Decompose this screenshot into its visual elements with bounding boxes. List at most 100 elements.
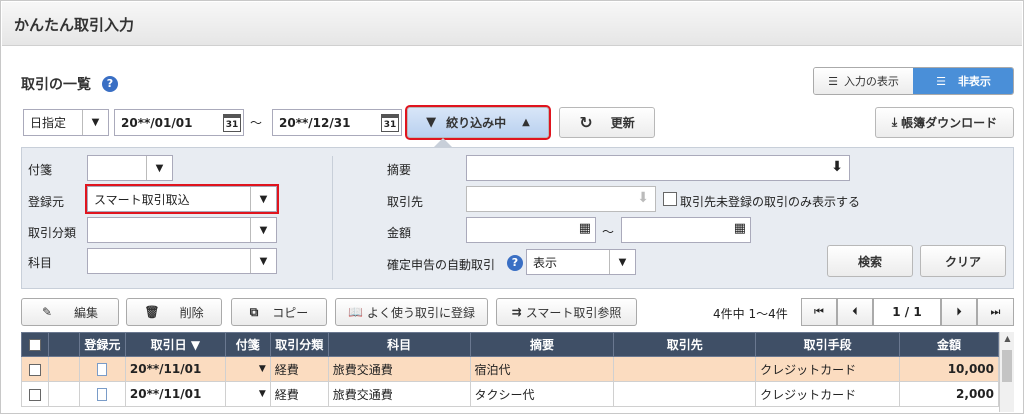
row-amount: 10,000 <box>899 356 999 382</box>
subject-header[interactable]: 科目 <box>327 332 471 357</box>
delete-button[interactable]: 🗑 削除 <box>126 298 222 326</box>
row-select[interactable] <box>21 381 49 407</box>
date-mode-select[interactable]: 日指定 ▼ <box>23 109 109 136</box>
table-row[interactable]: 20**/11/01 ▼ 経費 旅費交通費 宿泊代 クレジットカード 10,00… <box>21 356 999 382</box>
calendar-icon[interactable]: 31 <box>223 114 241 132</box>
delete-label: 削除 <box>179 305 204 320</box>
row-partner <box>613 356 757 382</box>
date-mode-value: 日指定 <box>30 116 67 130</box>
scroll-up-icon[interactable]: ▲ <box>1000 334 1015 343</box>
date-to-input[interactable]: 20**/12/31 31 <box>272 109 402 136</box>
calculator-icon[interactable]: ▦ <box>734 221 746 236</box>
select-all-checkbox[interactable] <box>28 339 41 351</box>
hide-label: 非表示 <box>957 75 991 88</box>
table-scrollbar[interactable]: ▲ <box>999 332 1014 412</box>
auto-entry-label: 確定申告の自動取引 <box>387 258 496 272</box>
app-window: かんたん取引入力 取引の一覧 ? ☰ 入力の表示 ☰ 非表示 日指定 ▼ 20*… <box>0 0 1024 414</box>
filter-button[interactable]: ▼ 絞り込み中 ▲ <box>405 105 551 140</box>
help-icon[interactable]: ? <box>507 255 523 271</box>
clear-button[interactable]: クリア <box>920 245 1006 277</box>
partner-input[interactable]: ⬇ <box>466 186 656 212</box>
show-input-button[interactable]: ☰ 入力の表示 <box>814 68 913 94</box>
source-header[interactable]: 登録元 <box>78 332 126 357</box>
spacer-header <box>47 332 80 357</box>
clear-label: クリア <box>944 254 981 269</box>
record-count: 4件中 1〜4件 <box>713 307 788 321</box>
filter-panel: 付箋 ▼ 登録元 スマート取引取込 ▼ 取引分類 ▼ 科目 ▼ 摘要 ⬇ 取引先… <box>21 147 1014 289</box>
amount-label: 金額 <box>387 226 412 240</box>
category-select[interactable]: ▼ <box>87 217 277 243</box>
next-page-button[interactable]: ⏵ <box>941 298 977 326</box>
lines-icon: ☰ <box>936 74 946 88</box>
arrow-down-icon: ⬇ <box>637 190 649 206</box>
smart-ref-button[interactable]: ⇉ スマート取引参照 <box>496 298 637 326</box>
first-page-button[interactable]: ⏮ <box>801 298 837 326</box>
page-text: 1 / 1 <box>892 305 922 319</box>
tag-label: 付箋 <box>28 163 53 177</box>
help-icon[interactable]: ? <box>102 76 118 92</box>
book-plus-icon: 📖 <box>348 305 363 319</box>
chevron-down-icon: ▼ <box>250 187 276 211</box>
amount-header[interactable]: 金額 <box>899 332 999 357</box>
amount-from-input[interactable]: ▦ <box>466 217 596 243</box>
date-range-tilde: 〜 <box>250 116 263 130</box>
ledger-download-button[interactable]: ⤓ 帳簿ダウンロード <box>875 107 1014 138</box>
row-partner <box>613 381 757 407</box>
search-button[interactable]: 検索 <box>827 245 913 277</box>
calendar-icon[interactable]: 31 <box>381 114 399 132</box>
amount-to-input[interactable]: ▦ <box>621 217 751 243</box>
register-frequent-button[interactable]: 📖 よく使う取引に登録 <box>335 298 488 326</box>
unregistered-checkbox[interactable] <box>663 192 677 206</box>
row-checkbox[interactable] <box>28 363 41 376</box>
select-all-header[interactable] <box>21 332 49 357</box>
copy-button[interactable]: ⧉ コピー <box>231 298 327 326</box>
calculator-icon[interactable]: ▦ <box>579 221 591 236</box>
last-page-button[interactable]: ⏭ <box>977 298 1014 326</box>
date-from-input[interactable]: 20**/01/01 31 <box>114 109 244 136</box>
refresh-button[interactable]: ↻ 更新 <box>559 107 655 138</box>
row-category: 経費 <box>269 381 329 407</box>
date-to-value: 20**/12/31 <box>279 115 351 130</box>
row-method: クレジットカード <box>755 381 901 407</box>
summary-header[interactable]: 摘要 <box>469 332 615 357</box>
row-date: 20**/11/01 <box>124 356 226 382</box>
source-select[interactable]: スマート取引取込 ▼ <box>85 184 279 214</box>
row-subject: 旅費交通費 <box>327 356 471 382</box>
edit-button[interactable]: ✎ 編集 <box>21 298 119 326</box>
tag-header[interactable]: 付箋 <box>224 332 271 357</box>
row-select[interactable] <box>21 356 49 382</box>
download-label: 帳簿ダウンロード <box>901 116 998 130</box>
prev-page-button[interactable]: ⏴ <box>837 298 873 326</box>
date-header[interactable]: 取引日 ▼ <box>124 332 226 357</box>
row-checkbox[interactable] <box>28 388 41 401</box>
page-input[interactable]: 1 / 1 <box>873 298 941 326</box>
category-label: 取引分類 <box>28 226 77 240</box>
auto-entry-select[interactable]: 表示 ▼ <box>526 249 636 275</box>
view-toggle: ☰ 入力の表示 ☰ 非表示 <box>813 67 1014 95</box>
partner-label: 取引先 <box>387 195 424 209</box>
row-tag-dropdown[interactable]: ▼ <box>224 356 271 382</box>
arrow-down-icon[interactable]: ⬇ <box>831 159 843 175</box>
pencil-icon: ✎ <box>41 305 53 319</box>
show-input-label: 入力の表示 <box>843 75 899 88</box>
smart-ref-label: スマート取引参照 <box>525 305 622 320</box>
category-header[interactable]: 取引分類 <box>269 332 329 357</box>
tag-select[interactable]: ▼ <box>87 155 173 181</box>
table-row[interactable]: 20**/11/01 ▼ 経費 旅費交通費 タクシー代 クレジットカード 2,0… <box>21 381 999 407</box>
scroll-thumb[interactable] <box>1002 350 1012 382</box>
import-icon: ⇉ <box>511 305 522 319</box>
subject-select[interactable]: ▼ <box>87 248 277 274</box>
method-header[interactable]: 取引手段 <box>755 332 901 357</box>
row-category: 経費 <box>269 356 329 382</box>
first-page-icon: ⏮ <box>814 305 824 318</box>
source-value: スマート取引取込 <box>94 192 190 207</box>
chevron-down-icon: ▼ <box>250 218 276 242</box>
summary-input[interactable]: ⬇ <box>466 155 850 181</box>
summary-label: 摘要 <box>387 163 412 177</box>
hide-button[interactable]: ☰ 非表示 <box>913 68 1013 94</box>
section-title: 取引の一覧 <box>21 77 91 93</box>
chevron-down-icon: ▼ <box>146 156 172 180</box>
title-bar: かんたん取引入力 <box>2 2 1022 46</box>
row-tag-dropdown[interactable]: ▼ <box>224 381 271 407</box>
partner-header[interactable]: 取引先 <box>613 332 757 357</box>
